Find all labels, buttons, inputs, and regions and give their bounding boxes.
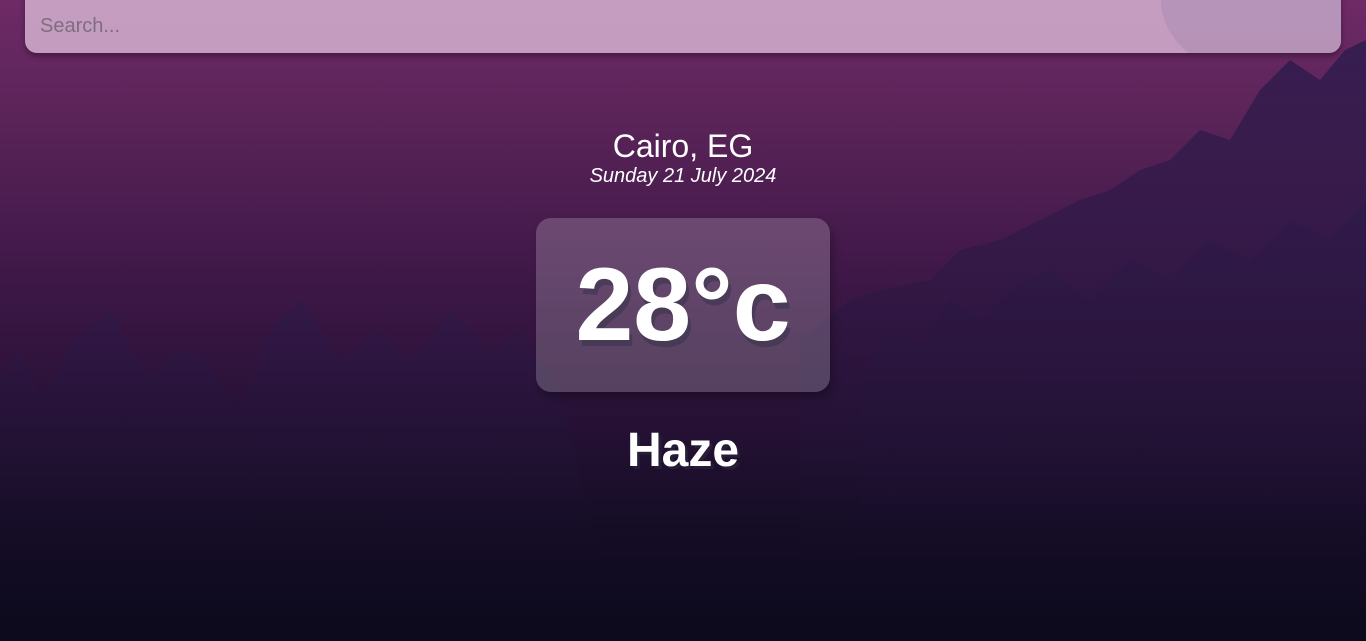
temperature-card: 28°c <box>536 218 830 392</box>
search-input[interactable] <box>25 0 1341 53</box>
date-label: Sunday 21 July 2024 <box>589 165 777 187</box>
search-bar <box>25 0 1341 53</box>
location-label: Cairo, EG <box>612 128 754 164</box>
temperature-value: 28°c <box>575 247 791 363</box>
weather-condition: Haze <box>626 424 740 477</box>
